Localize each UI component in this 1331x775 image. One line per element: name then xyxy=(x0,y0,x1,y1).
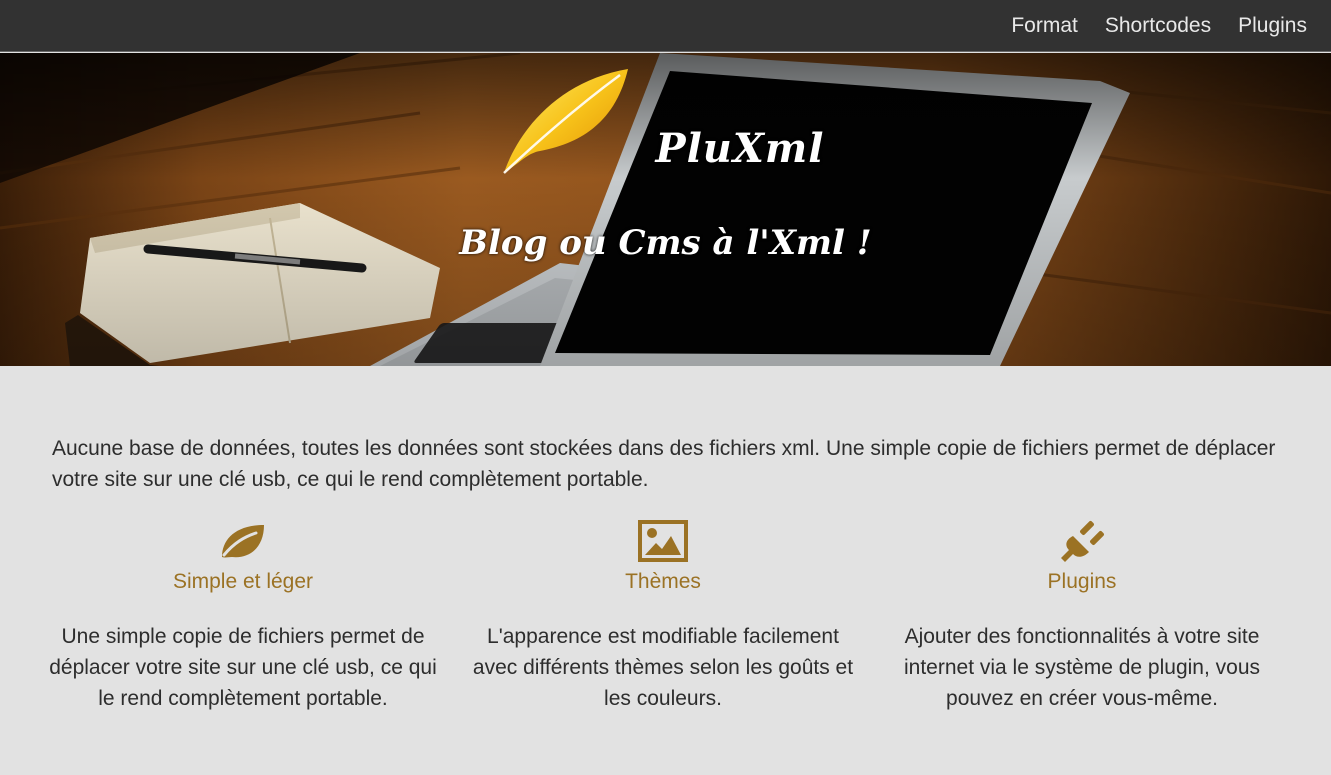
feature-plugins: Plugins Ajouter des fonctionnalités à vo… xyxy=(887,518,1277,714)
image-icon xyxy=(468,518,858,564)
hero-background-image xyxy=(0,53,1331,366)
plug-icon xyxy=(887,518,1277,564)
site-title[interactable]: PluXml xyxy=(0,125,1331,172)
feature-description: Ajouter des fonctionnalités à votre site… xyxy=(903,625,1261,710)
nav-link-shortcodes[interactable]: Shortcodes xyxy=(1105,14,1211,38)
intro-paragraph: Aucune base de données, toutes les donné… xyxy=(52,437,1276,491)
leaf-icon xyxy=(48,518,438,564)
feature-title: Simple et léger xyxy=(172,570,314,593)
feature-title: Plugins xyxy=(1047,570,1117,593)
nav-menu: Format Shortcodes Plugins xyxy=(1011,0,1307,52)
top-navbar: Format Shortcodes Plugins xyxy=(0,0,1331,52)
feature-simple: Simple et léger Une simple copie de fich… xyxy=(48,518,438,714)
nav-link-plugins[interactable]: Plugins xyxy=(1238,14,1307,38)
feature-description: L'apparence est modifiable facilement av… xyxy=(472,625,854,710)
feature-title: Thèmes xyxy=(625,570,701,593)
feature-description: Une simple copie de fichiers permet de d… xyxy=(49,625,437,710)
site-subtitle: Blog ou Cms à l'Xml ! xyxy=(459,223,872,263)
nav-link-format[interactable]: Format xyxy=(1011,14,1078,38)
hero-banner: PluXml Blog ou Cms à l'Xml ! xyxy=(0,53,1331,366)
feature-themes: Thèmes L'apparence est modifiable facile… xyxy=(468,518,858,714)
